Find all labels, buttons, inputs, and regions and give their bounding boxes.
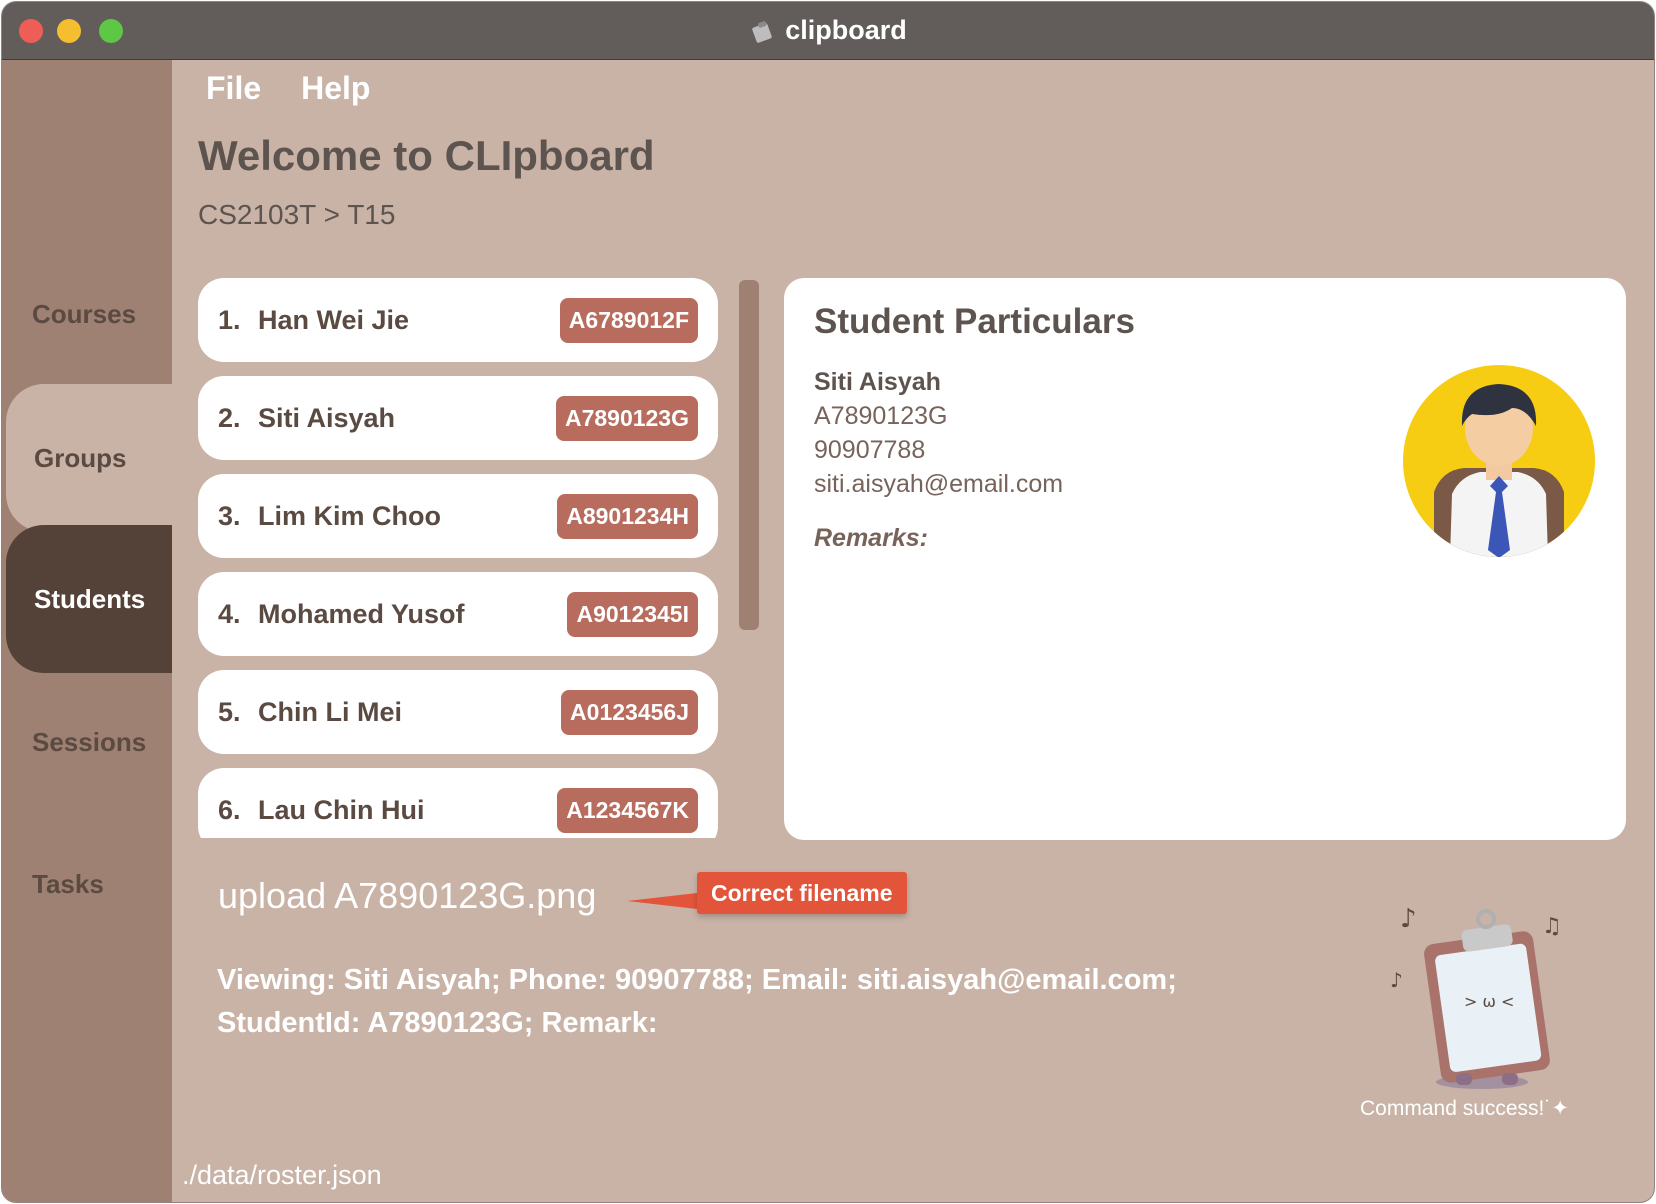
result-line: Viewing: Siti Aisyah; Phone: 90907788; E… (217, 964, 1177, 996)
particulars-email: siti.aisyah@email.com (814, 470, 1064, 498)
clipboard-app-icon (752, 20, 772, 43)
student-id-badge: A1234567K (557, 787, 698, 833)
sidebar-item-courses[interactable]: Courses (2, 240, 172, 388)
student-index: 6. (218, 794, 241, 825)
student-card[interactable]: 3. Lim Kim Choo A8901234H (198, 474, 718, 558)
student-index: 2. (218, 402, 241, 433)
sidebar-item-label: Sessions (32, 726, 147, 757)
title-bar: clipboard (2, 2, 1654, 60)
callout-arrow-icon (627, 893, 697, 909)
clipboard-mascot-icon: ♪ ♫ ♪ > ω < (1390, 904, 1562, 1089)
mascot-caption: Command success!˙✦ (1360, 1097, 1569, 1120)
student-name: Siti Aisyah (258, 402, 396, 433)
svg-text:♪: ♪ (1400, 904, 1417, 934)
command-result: Viewing: Siti Aisyah; Phone: 90907788; E… (217, 959, 1237, 1045)
sidebar-item-label: Courses (32, 298, 137, 329)
student-name: Lau Chin Hui (258, 794, 425, 825)
menu-help[interactable]: Help (301, 70, 370, 107)
student-id-badge: A9012345I (567, 591, 698, 637)
student-name: Chin Li Mei (258, 696, 402, 727)
student-card[interactable]: 2. Siti Aisyah A7890123G (198, 376, 718, 460)
sidebar-item-sessions[interactable]: Sessions (2, 668, 172, 816)
student-card[interactable]: 6. Lau Chin Hui A1234567K (198, 768, 718, 838)
student-index: 4. (218, 598, 241, 629)
window-title: clipboard (785, 15, 907, 45)
svg-text:> ω <: > ω < (1464, 992, 1514, 1011)
sidebar-item-label: Tasks (32, 868, 104, 899)
callout-label: Correct filename (697, 872, 907, 914)
sidebar-item-tasks[interactable]: Tasks (2, 810, 172, 958)
student-id-badge: A7890123G (555, 395, 698, 441)
student-card[interactable]: 5. Chin Li Mei A0123456J (198, 670, 718, 754)
data-file-path: ./data/roster.json (182, 1160, 382, 1190)
particulars-phone: 90907788 (814, 436, 926, 464)
breadcrumb: CS2103T > T15 (198, 199, 396, 230)
student-name: Mohamed Yusof (258, 598, 465, 629)
page-title: Welcome to CLIpboard (198, 132, 655, 179)
window-title-wrap: clipboard (2, 2, 1654, 59)
student-avatar-icon (1403, 365, 1595, 557)
sidebar: Courses Groups Students Sessions Tasks (2, 60, 172, 1202)
svg-text:♫: ♫ (1542, 914, 1562, 939)
command-input[interactable]: upload A7890123G.png (218, 875, 596, 917)
student-index: 3. (218, 500, 241, 531)
student-particulars-panel: Student Particulars Siti Aisyah A7890123… (784, 278, 1626, 840)
student-card[interactable]: 4. Mohamed Yusof A9012345I (198, 572, 718, 656)
student-name: Han Wei Jie (258, 304, 410, 335)
student-name: Lim Kim Choo (258, 500, 441, 531)
sidebar-item-label: Groups (34, 442, 127, 473)
student-index: 5. (218, 696, 241, 727)
student-id-badge: A8901234H (557, 493, 698, 539)
student-id-badge: A6789012F (559, 297, 698, 343)
particulars-remarks-label: Remarks: (814, 524, 928, 552)
svg-text:♪: ♪ (1390, 968, 1403, 992)
particulars-name: Siti Aisyah (814, 368, 941, 396)
student-list[interactable]: 1. Han Wei Jie A6789012F 2. Siti Aisyah … (198, 278, 720, 838)
menu-file[interactable]: File (206, 70, 261, 107)
sidebar-item-label: Students (34, 583, 146, 614)
particulars-student-id: A7890123G (814, 402, 948, 430)
result-line: StudentId: A7890123G; Remark: (217, 1007, 658, 1039)
panel-title: Student Particulars (814, 302, 1135, 341)
sidebar-item-students[interactable]: Students (6, 525, 172, 673)
app-window: clipboard Courses Groups Students Sessio… (2, 2, 1654, 1202)
student-id-badge: A0123456J (561, 689, 698, 735)
menu-bar: File Help (206, 70, 370, 107)
student-index: 1. (218, 304, 241, 335)
student-list-scrollbar[interactable] (739, 280, 759, 630)
student-card[interactable]: 1. Han Wei Jie A6789012F (198, 278, 718, 362)
sidebar-item-groups[interactable]: Groups (6, 384, 172, 532)
